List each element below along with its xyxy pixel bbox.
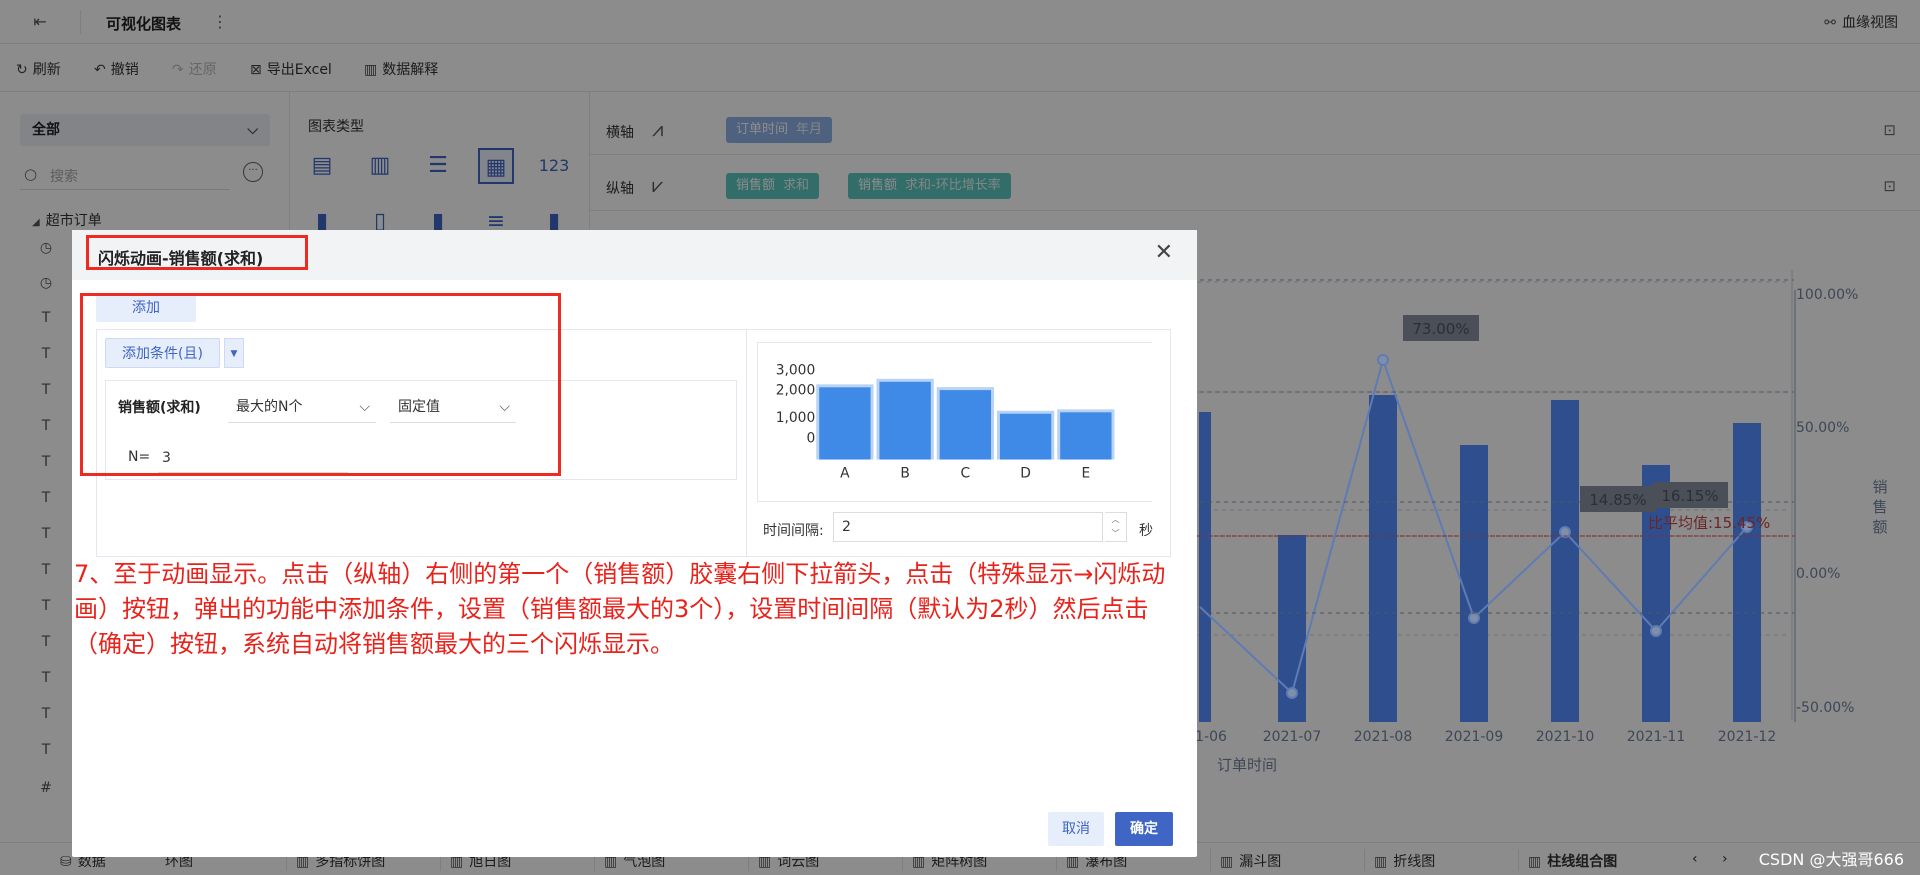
chevron-down-icon[interactable]: ﹀ <box>1112 529 1120 538</box>
highlight-box-title <box>86 235 308 270</box>
y-right-tick-label: -50.00% <box>1796 700 1854 716</box>
cancel-button[interactable]: 取消 <box>1048 812 1104 846</box>
interval-input[interactable] <box>833 512 1103 542</box>
interval-stepper[interactable]: ︿ ﹀ <box>1105 512 1127 542</box>
y-right-axis-title: 销 <box>1872 478 1887 496</box>
data-label: 73.00% <box>1412 320 1469 338</box>
x-tick-label: D <box>1020 465 1031 481</box>
y-right-tick-label: 0.00% <box>1796 566 1840 582</box>
data-label: 16.15% <box>1661 487 1718 505</box>
tutorial-annotation: 7、至于动画显示。点击（纵轴）右侧的第一个（销售额）胶囊右侧下拉箭头，点击（特殊… <box>74 560 1166 658</box>
bar <box>939 390 992 460</box>
bar <box>819 387 871 460</box>
chevron-up-icon[interactable]: ︿ <box>1112 515 1120 524</box>
bar <box>1369 395 1397 722</box>
bar <box>1733 423 1761 722</box>
x-tick-label: 2021-08 <box>1354 729 1413 745</box>
bar-series <box>1199 395 1761 722</box>
bar <box>1199 412 1211 722</box>
x-tick-label: 2021-12 <box>1718 729 1777 745</box>
bar <box>999 413 1052 460</box>
y-right-axis-title: 售 <box>1872 498 1887 516</box>
line-point <box>1468 612 1480 624</box>
x-tick-label: 1-06 <box>1195 729 1227 745</box>
y-right-axis-title: 额 <box>1872 518 1887 536</box>
x-tick-label: A <box>840 465 850 481</box>
x-tick-label: 2021-10 <box>1536 729 1595 745</box>
x-tick-label: E <box>1081 465 1090 481</box>
y-tick-label: 1,000 <box>776 410 816 426</box>
line-point <box>1377 354 1389 366</box>
preview-plot: 3,000 2,000 1,000 0 A B C D E <box>776 363 1115 481</box>
close-icon[interactable]: ✕ <box>1155 242 1173 264</box>
line-point <box>1286 687 1298 699</box>
y-tick-label: 2,000 <box>776 382 816 398</box>
bar <box>879 381 931 460</box>
y-right-tick-label: 50.00% <box>1796 420 1849 436</box>
line-point <box>1650 625 1662 637</box>
bar <box>1460 445 1488 722</box>
x-tick-label: B <box>900 465 909 481</box>
x-tick-label: C <box>961 465 971 481</box>
bar <box>1060 412 1112 460</box>
watermark: CSDN @大强哥666 <box>1758 850 1904 869</box>
y-right-tick-label: 100.00% <box>1796 287 1858 303</box>
bar <box>1551 400 1579 722</box>
x-tick-label: 2021-07 <box>1263 729 1322 745</box>
y-tick-label: 0 <box>806 431 815 447</box>
interval-label: 时间间隔: <box>763 523 824 539</box>
interval-unit: 秒 <box>1139 523 1153 539</box>
average-label: 比平均值:15.45% <box>1648 514 1770 532</box>
x-tick-label: 2021-09 <box>1445 729 1504 745</box>
y-tick-label: 3,000 <box>776 363 816 379</box>
preview-chart: 3,000 2,000 1,000 0 A B C D E <box>757 342 1152 502</box>
confirm-button[interactable]: 确定 <box>1115 812 1173 846</box>
x-axis-title: 订单时间 <box>1217 756 1277 774</box>
data-label: 14.85% <box>1589 491 1646 509</box>
x-tick-label: 2021-11 <box>1627 729 1686 745</box>
highlight-box-condition <box>80 293 561 476</box>
